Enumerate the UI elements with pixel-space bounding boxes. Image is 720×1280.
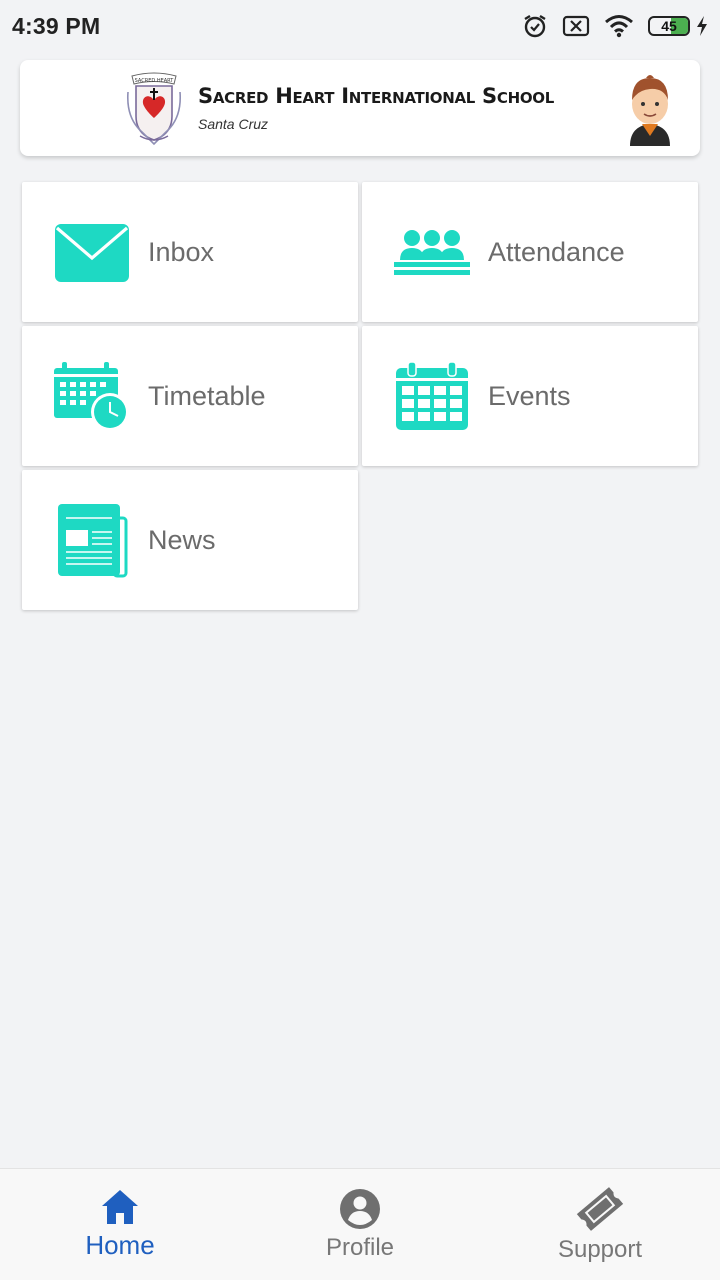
charging-icon (697, 16, 707, 36)
tile-label-attendance: Attendance (488, 236, 625, 267)
bottom-navigation: Home Profile Support (0, 1168, 720, 1280)
tile-attendance[interactable]: Attendance (362, 182, 698, 322)
tile-inbox[interactable]: Inbox (22, 182, 358, 322)
calendar-icon (396, 362, 468, 430)
alarm-icon (524, 14, 546, 38)
calendar-clock-icon (54, 362, 129, 430)
battery-indicator: 45 (648, 16, 708, 36)
nav-home[interactable]: Home (0, 1169, 240, 1280)
status-icons: 45 (522, 13, 708, 39)
status-bar: 4:39 PM 45 (0, 0, 720, 52)
tile-label-timetable: Timetable (148, 380, 266, 411)
wifi-icon (605, 15, 633, 38)
person-icon (340, 1188, 380, 1229)
tile-events[interactable]: Events (362, 326, 698, 466)
tile-news[interactable]: News (22, 470, 358, 610)
school-name: Sacred Heart International School (198, 84, 554, 108)
nav-profile-label: Profile (325, 1233, 395, 1261)
tile-timetable[interactable]: Timetable (22, 326, 358, 466)
group-icon (394, 230, 470, 275)
user-avatar[interactable] (624, 72, 676, 146)
status-time: 4:39 PM (12, 12, 101, 39)
tile-label-inbox: Inbox (148, 236, 215, 267)
school-crest-logo: SACRED HEART (126, 72, 182, 146)
school-location: Santa Cruz (198, 116, 269, 132)
nav-home-label: Home (85, 1230, 155, 1260)
school-header-card: SACRED HEART Sacred Heart International … (20, 60, 700, 156)
tile-label-events: Events (488, 380, 571, 411)
nav-profile[interactable]: Profile (240, 1169, 480, 1280)
tile-label-news: News (148, 524, 216, 555)
nav-support[interactable]: Support (480, 1169, 720, 1280)
battery-level: 45 (661, 18, 677, 34)
nav-support-label: Support (557, 1235, 643, 1263)
crest-banner-text: SACRED HEART (135, 78, 175, 84)
envelope-icon (55, 224, 129, 282)
ticket-icon (576, 1186, 624, 1231)
no-sim-icon (562, 15, 590, 37)
newspaper-icon (58, 504, 128, 578)
home-icon (102, 1190, 138, 1224)
